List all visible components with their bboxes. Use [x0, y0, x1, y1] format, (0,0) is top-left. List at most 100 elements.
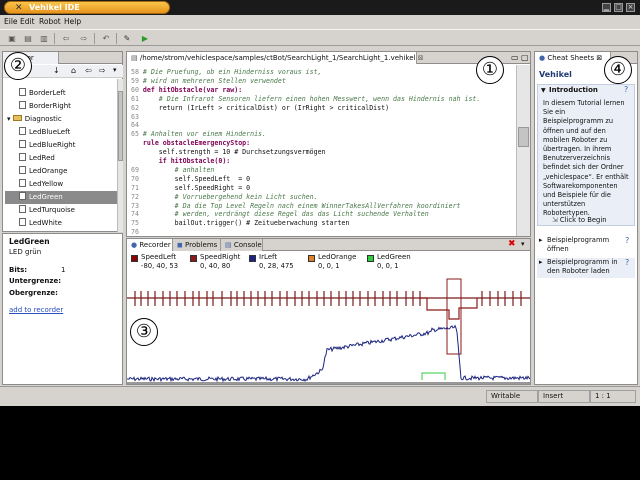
- back-icon[interactable]: ⇦: [60, 33, 72, 44]
- tool-icon[interactable]: ✎: [121, 33, 133, 44]
- tree-item[interactable]: ▾ Diagnostic: [5, 113, 119, 126]
- expand-intro-icon[interactable]: ▼: [541, 87, 546, 94]
- lower-label: Untergrenze:: [9, 277, 62, 285]
- tree-item[interactable]: LedBlueLeft: [5, 126, 119, 139]
- tab-recorder[interactable]: ● Recorder: [127, 239, 173, 251]
- step-help-icon[interactable]: ?: [625, 258, 629, 267]
- clear-icon[interactable]: ✖: [508, 239, 516, 249]
- recorder-menu-icon[interactable]: ▾: [521, 240, 525, 248]
- editor-scrollbar[interactable]: [516, 65, 530, 236]
- tree-scrollbar[interactable]: [117, 79, 123, 232]
- code-line: 72 # Vorruebergehend kein Licht suchen.: [131, 193, 318, 202]
- nav-forward-icon[interactable]: ⇨: [99, 66, 106, 75]
- help-icon[interactable]: ?: [624, 85, 628, 94]
- minimize-icon[interactable]: ▁: [602, 3, 611, 12]
- actor-tree: BorderLeft BorderRight ▾ Diagnostic LedBlue…: [5, 87, 119, 233]
- line-number: 65: [131, 130, 143, 139]
- add-to-recorder-link[interactable]: add to recorder: [9, 306, 63, 314]
- tree-item[interactable]: LedWhite: [5, 217, 119, 230]
- line-number: 61: [131, 94, 143, 103]
- menu-bar: Eile Edit Robot Help: [0, 15, 640, 28]
- callout-1: ①: [476, 56, 504, 84]
- code-area[interactable]: 58 # Die Pruefung, ob ein Hinderniss vor…: [127, 65, 513, 237]
- tab-console[interactable]: ▤ Console: [221, 239, 263, 251]
- tree-item[interactable]: BorderRight: [5, 100, 119, 113]
- editor-scroll-thumb[interactable]: [518, 127, 529, 147]
- tree-item[interactable]: LedOrange: [5, 165, 119, 178]
- actor-icon: [19, 127, 26, 135]
- editor-maximize-icon[interactable]: ▢: [521, 53, 529, 62]
- tree-item-label: LedTurquoise: [29, 206, 75, 214]
- undo-icon[interactable]: ↶: [100, 33, 112, 44]
- tree-item[interactable]: LedTurquoise: [5, 204, 119, 217]
- actor-icon: [19, 218, 26, 226]
- tree-item[interactable]: LedGreen: [5, 191, 119, 204]
- code-text: # werden, verdrängt diese Regel das das …: [142, 210, 429, 219]
- maximize-icon[interactable]: □: [614, 3, 623, 12]
- line-number: 63: [131, 112, 143, 121]
- intro-text-line: und Beispiele für die: [543, 191, 611, 200]
- menu-help[interactable]: Help: [64, 17, 81, 26]
- forward-icon[interactable]: ⇨: [78, 33, 90, 44]
- menu-robot[interactable]: Robot: [39, 17, 61, 26]
- menu-file[interactable]: Eile: [4, 17, 18, 26]
- run-icon[interactable]: ▶: [139, 33, 151, 44]
- tree-item[interactable]: BorderLeft: [5, 87, 119, 100]
- cheatsheet-step[interactable]: ▸ Beispielprogramm in den Roboter laden?: [537, 258, 635, 278]
- code-text: if hitObstacle(0):: [142, 157, 231, 165]
- tree-scroll-thumb[interactable]: [118, 91, 123, 161]
- step-expand-icon[interactable]: ▸: [539, 258, 542, 267]
- speed-step-trace: [419, 297, 478, 320]
- intro-text-line: befindet sich der Ordner: [543, 163, 624, 172]
- nav-back-icon[interactable]: ⇦: [85, 66, 92, 75]
- close-cheatsheet-icon[interactable]: ⊠: [594, 54, 602, 62]
- callout-2: ②: [4, 52, 32, 80]
- window-title: Vehikel IDE: [29, 3, 80, 12]
- code-line: 63: [131, 113, 143, 122]
- view-menu-icon[interactable]: ▾: [113, 66, 117, 74]
- line-number: 73: [131, 201, 143, 210]
- step-expand-icon[interactable]: ▸: [539, 236, 542, 245]
- line-number: 58: [131, 68, 143, 76]
- begin-label: Click to Begin: [559, 216, 607, 224]
- legend-values: 0, 40, 80: [200, 262, 231, 270]
- editor-tab-label: /home/strom/vehiclespace/samples/ctBot/S…: [139, 54, 416, 62]
- tab-problems[interactable]: ◼ Problems: [173, 239, 221, 251]
- window-title-pill[interactable]: ✕ Vehikel IDE: [4, 1, 170, 14]
- tab-editor-file[interactable]: ▤ /home/strom/vehiclespace/samples/ctBot…: [127, 52, 424, 64]
- line-number: 70: [131, 174, 143, 183]
- intro-text-line: Benutzerverzeichnis: [543, 154, 611, 163]
- legend-name: SpeedLeft: [141, 253, 177, 261]
- legend-swatch: [308, 255, 315, 262]
- tab-cheatsheets[interactable]: ● Cheat Sheets ⊠: [535, 52, 611, 64]
- close-tab-icon[interactable]: ⊠: [415, 54, 424, 62]
- editor-minimize-icon[interactable]: ▭: [511, 53, 519, 62]
- code-text: self.SpeedLeft = 0: [142, 174, 251, 183]
- code-line: 71 self.SpeedRight = 0: [131, 184, 250, 193]
- open-icon[interactable]: ▤: [22, 33, 34, 44]
- sort-icon[interactable]: ↓: [53, 66, 60, 75]
- tree-item[interactable]: LedRed: [5, 152, 119, 165]
- home-icon[interactable]: ⌂: [71, 66, 76, 75]
- title-bar: ✕ Vehikel IDE ▁ □ ×: [0, 0, 640, 15]
- new-icon[interactable]: ▥: [38, 33, 50, 44]
- intro-text-line: öffnen und auf den: [543, 126, 606, 135]
- tree-item[interactable]: LedBlueRight: [5, 139, 119, 152]
- callout-3: ③: [130, 318, 158, 346]
- step-help-icon[interactable]: ?: [625, 236, 629, 245]
- legend-name: IrLeft: [259, 253, 278, 261]
- cheatsheet-step[interactable]: ▸ Beispielprogramm öffnen?: [537, 236, 635, 256]
- line-number: 59: [131, 76, 143, 85]
- click-to-begin[interactable]: ⇲ Click to Begin: [552, 216, 607, 224]
- close-icon[interactable]: ×: [626, 3, 635, 12]
- tree-item-label: LedBlueRight: [29, 141, 76, 149]
- code-text: # anhalten: [142, 165, 215, 174]
- tree-item[interactable]: LedYellow: [5, 178, 119, 191]
- toolbar: ▣ ▤ ▥ ⇦ ⇨ ↶ ✎ ▶: [0, 29, 640, 46]
- status-mode: Writable: [486, 390, 538, 403]
- tree-item-label: LedBlueLeft: [29, 128, 71, 136]
- recorder-plot[interactable]: [127, 272, 530, 384]
- code-line: 60 def hitObstacle(var raw):: [131, 86, 242, 95]
- menu-edit[interactable]: Edit: [20, 17, 35, 26]
- save-icon[interactable]: ▣: [6, 33, 18, 44]
